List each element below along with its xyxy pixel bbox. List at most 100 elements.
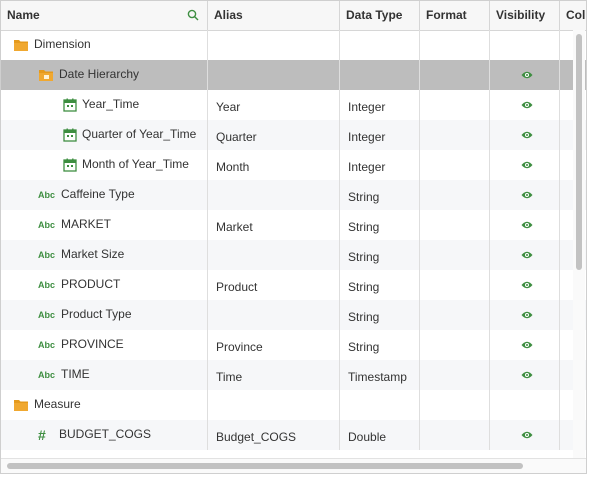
format-cell[interactable] <box>420 150 490 180</box>
format-cell[interactable] <box>420 180 490 210</box>
name-cell[interactable]: Month of Year_Time <box>1 150 208 180</box>
visibility-cell[interactable] <box>490 270 560 300</box>
name-cell[interactable]: Abc Product Type <box>1 300 208 330</box>
alias-cell[interactable] <box>208 60 340 90</box>
table-row[interactable]: Quarter of Year_Time Quarter Integer <box>1 120 586 150</box>
alias-cell[interactable]: Year <box>208 90 340 120</box>
visibility-cell[interactable] <box>490 210 560 240</box>
visibility-cell[interactable] <box>490 330 560 360</box>
table-row[interactable]: Abc Product Type String <box>1 300 586 330</box>
horizontal-scrollbar-thumb[interactable] <box>7 463 523 469</box>
table-row[interactable]: Abc PRODUCT Product String <box>1 270 586 300</box>
eye-icon[interactable] <box>521 101 533 109</box>
format-cell[interactable] <box>420 270 490 300</box>
alias-cell[interactable]: Quarter <box>208 120 340 150</box>
data-type-cell[interactable]: String <box>340 300 420 330</box>
data-type-cell[interactable]: String <box>340 270 420 300</box>
alias-cell[interactable] <box>208 30 340 60</box>
eye-icon[interactable] <box>521 341 533 349</box>
vertical-scrollbar-thumb[interactable] <box>576 34 582 270</box>
table-row[interactable]: Abc Market Size String <box>1 240 586 270</box>
table-row[interactable]: Month of Year_Time Month Integer <box>1 150 586 180</box>
eye-icon[interactable] <box>521 71 533 79</box>
alias-cell[interactable]: Market <box>208 210 340 240</box>
alias-cell[interactable]: Product <box>208 270 340 300</box>
eye-icon[interactable] <box>521 281 533 289</box>
alias-cell[interactable]: Month <box>208 150 340 180</box>
format-cell[interactable] <box>420 90 490 120</box>
eye-icon[interactable] <box>521 371 533 379</box>
name-cell[interactable]: Abc TIME <box>1 360 208 390</box>
table-row[interactable]: Abc PROVINCE Province String <box>1 330 586 360</box>
format-cell[interactable] <box>420 60 490 90</box>
visibility-cell[interactable] <box>490 30 560 60</box>
visibility-cell[interactable] <box>490 420 560 450</box>
format-cell[interactable] <box>420 300 490 330</box>
visibility-cell[interactable] <box>490 60 560 90</box>
visibility-cell[interactable] <box>490 390 560 420</box>
table-row[interactable]: Abc TIME Time Timestamp <box>1 360 586 390</box>
format-cell[interactable] <box>420 330 490 360</box>
eye-icon[interactable] <box>521 161 533 169</box>
name-cell[interactable]: Dimension <box>1 30 208 60</box>
data-type-cell[interactable]: String <box>340 180 420 210</box>
name-cell[interactable]: # BUDGET_COGS <box>1 420 208 450</box>
visibility-cell[interactable] <box>490 120 560 150</box>
data-type-cell[interactable]: Integer <box>340 90 420 120</box>
table-row[interactable]: Abc Caffeine Type String <box>1 180 586 210</box>
eye-icon[interactable] <box>521 311 533 319</box>
visibility-cell[interactable] <box>490 240 560 270</box>
column-header-format[interactable]: Format <box>420 1 490 30</box>
format-cell[interactable] <box>420 120 490 150</box>
column-header-visibility[interactable]: Visibility <box>490 1 560 30</box>
name-cell[interactable]: Quarter of Year_Time <box>1 120 208 150</box>
data-type-cell[interactable]: String <box>340 240 420 270</box>
name-cell[interactable]: Abc PRODUCT <box>1 270 208 300</box>
data-type-cell[interactable]: Timestamp <box>340 360 420 390</box>
name-cell[interactable]: Measure <box>1 390 208 420</box>
column-header-name[interactable]: Name <box>1 1 208 30</box>
data-type-cell[interactable]: Double <box>340 420 420 450</box>
eye-icon[interactable] <box>521 221 533 229</box>
visibility-cell[interactable] <box>490 150 560 180</box>
data-type-cell[interactable]: Integer <box>340 150 420 180</box>
visibility-cell[interactable] <box>490 360 560 390</box>
alias-cell[interactable] <box>208 300 340 330</box>
format-cell[interactable] <box>420 30 490 60</box>
data-type-cell[interactable] <box>340 60 420 90</box>
data-type-cell[interactable] <box>340 390 420 420</box>
eye-icon[interactable] <box>521 131 533 139</box>
table-row[interactable]: # BUDGET_COGS Budget_COGS Double <box>1 420 586 450</box>
name-cell[interactable]: Abc PROVINCE <box>1 330 208 360</box>
format-cell[interactable] <box>420 210 490 240</box>
visibility-cell[interactable] <box>490 300 560 330</box>
format-cell[interactable] <box>420 240 490 270</box>
table-row[interactable]: Abc MARKET Market String <box>1 210 586 240</box>
name-cell[interactable]: Abc MARKET <box>1 210 208 240</box>
alias-cell[interactable] <box>208 180 340 210</box>
format-cell[interactable] <box>420 390 490 420</box>
eye-icon[interactable] <box>521 431 533 439</box>
name-cell[interactable]: Date Hierarchy <box>1 60 208 90</box>
data-type-cell[interactable]: Integer <box>340 120 420 150</box>
table-row[interactable]: Year_Time Year Integer <box>1 90 586 120</box>
name-cell[interactable]: Abc Caffeine Type <box>1 180 208 210</box>
format-cell[interactable] <box>420 420 490 450</box>
table-row[interactable]: Date Hierarchy <box>1 60 586 90</box>
alias-cell[interactable]: Time <box>208 360 340 390</box>
column-header-data-type[interactable]: Data Type <box>340 1 420 30</box>
eye-icon[interactable] <box>521 251 533 259</box>
data-type-cell[interactable]: String <box>340 330 420 360</box>
search-icon[interactable] <box>187 9 199 21</box>
folder-row[interactable]: Measure <box>1 390 586 420</box>
name-cell[interactable]: Year_Time <box>1 90 208 120</box>
visibility-cell[interactable] <box>490 90 560 120</box>
folder-row[interactable]: Dimension <box>1 30 586 60</box>
data-type-cell[interactable] <box>340 30 420 60</box>
eye-icon[interactable] <box>521 191 533 199</box>
format-cell[interactable] <box>420 360 490 390</box>
alias-cell[interactable] <box>208 240 340 270</box>
data-type-cell[interactable]: String <box>340 210 420 240</box>
alias-cell[interactable]: Province <box>208 330 340 360</box>
alias-cell[interactable] <box>208 390 340 420</box>
